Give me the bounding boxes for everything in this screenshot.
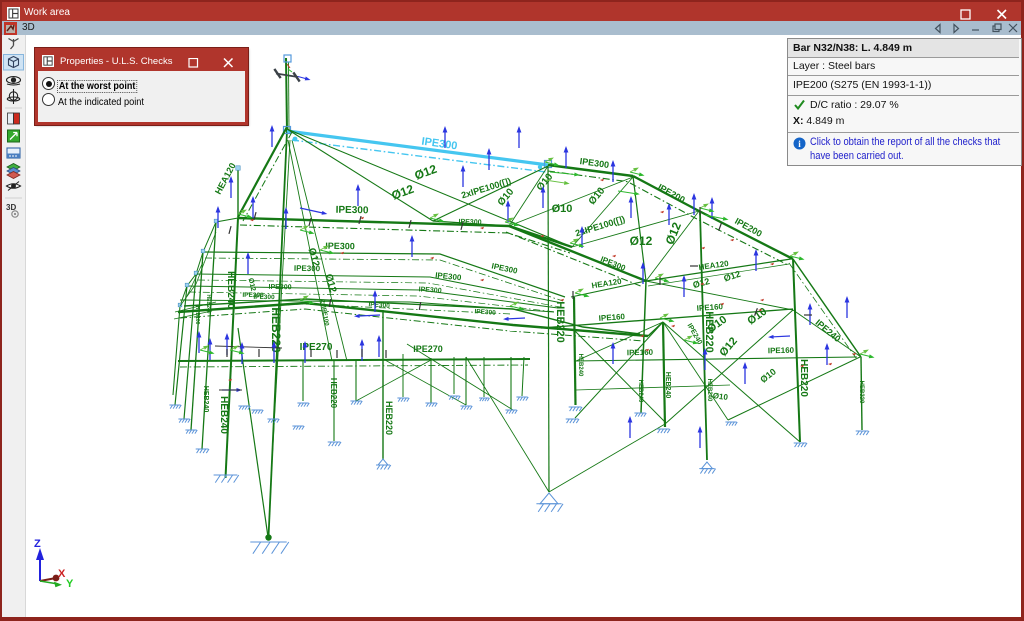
svg-text:HEB240: HEB240 <box>706 379 712 402</box>
svg-text:HEA120: HEA120 <box>591 277 623 291</box>
svg-text:Ø12: Ø12 <box>413 162 439 183</box>
svg-text:HEB220: HEB220 <box>858 381 864 404</box>
svg-text:Ø12: Ø12 <box>247 277 257 292</box>
svg-text:IPE300: IPE300 <box>435 271 463 283</box>
svg-text:Ø12: Ø12 <box>663 220 685 247</box>
svg-text:IPE160: IPE160 <box>768 346 795 355</box>
svg-text:HEB240: HEB240 <box>218 396 229 434</box>
svg-text:IPE300: IPE300 <box>418 286 442 295</box>
svg-text:IPE160: IPE160 <box>598 312 625 323</box>
svg-text:HEB100: HEB100 <box>194 306 200 325</box>
svg-text:IPE300: IPE300 <box>491 261 519 275</box>
svg-text:HEB220: HEB220 <box>384 401 394 435</box>
svg-text:Ø12: Ø12 <box>630 234 653 248</box>
svg-text:Ø12: Ø12 <box>390 182 416 203</box>
svg-text:HEB240: HEB240 <box>202 386 209 413</box>
svg-text:IPE300: IPE300 <box>294 264 321 273</box>
svg-text:Ø10: Ø10 <box>535 171 556 193</box>
svg-text:HEB240: HEB240 <box>577 354 583 377</box>
svg-text:IPE270: IPE270 <box>413 344 443 354</box>
svg-text:IPE300: IPE300 <box>368 301 390 310</box>
svg-text:HEB220: HEB220 <box>798 359 809 397</box>
svg-text:IPE300: IPE300 <box>253 294 275 301</box>
svg-text:HEB220: HEB220 <box>554 301 566 343</box>
svg-text:IPE300: IPE300 <box>336 205 369 217</box>
svg-text:IPE160: IPE160 <box>696 302 723 313</box>
svg-text:Ø10: Ø10 <box>758 366 778 384</box>
svg-text:IPE300: IPE300 <box>474 308 496 316</box>
svg-text:IPE200: IPE200 <box>656 182 687 205</box>
svg-text:IPE300: IPE300 <box>325 241 355 252</box>
svg-text:Y: Y <box>66 578 74 590</box>
svg-text:IPE300: IPE300 <box>599 255 627 273</box>
svg-text:IPE240: IPE240 <box>813 317 842 344</box>
svg-text:IPE160: IPE160 <box>627 348 654 357</box>
svg-text:X: X <box>58 568 66 580</box>
svg-text:Z: Z <box>34 538 41 550</box>
svg-text:IPE300: IPE300 <box>268 284 291 291</box>
svg-text:Ø12: Ø12 <box>722 269 741 284</box>
svg-text:Ø10: Ø10 <box>552 203 573 215</box>
svg-text:HEB220: HEB220 <box>269 307 283 353</box>
svg-text:HEB240: HEB240 <box>225 271 236 309</box>
svg-text:HEA120: HEA120 <box>213 161 238 196</box>
svg-text:Ø12: Ø12 <box>717 335 740 359</box>
svg-text:IPE300: IPE300 <box>579 156 610 170</box>
